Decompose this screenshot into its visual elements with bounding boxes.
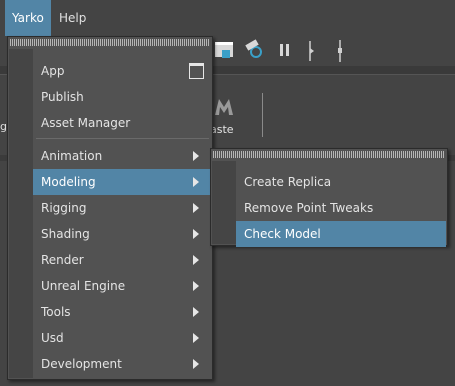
menu-item-rigging[interactable]: Rigging [33,195,211,221]
menu-item-label: Shading [41,227,90,241]
render-sequence-icon[interactable] [212,36,238,66]
submenu-arrow-icon [193,177,199,187]
menu-item-usd[interactable]: Usd [33,325,211,351]
submenu-arrow-icon [193,359,199,369]
menu-item-asset-manager[interactable]: Asset Manager [33,110,211,136]
menu-item-label: Unreal Engine [41,279,126,293]
window-option-box-icon[interactable] [189,63,204,79]
submenu-arrow-icon [193,255,199,265]
modeling-submenu: Create Replica Remove Point Tweaks Check… [210,148,448,247]
menu-item-label: Usd [41,331,64,345]
submenu-tearoff-handle[interactable] [213,151,445,158]
menu-item-development[interactable]: Development [33,351,211,377]
menu-item-label: App [41,64,65,78]
menu-item-label: Tools [41,305,71,319]
shelf-separator [262,93,263,137]
menu-item-label: Asset Manager [41,116,131,130]
menu-item-label: Modeling [41,175,96,189]
menu-item-render[interactable]: Render [33,247,211,273]
submenu-item-label: Check Model [244,227,321,241]
menu-item-label: Publish [41,90,84,104]
menu-item-modeling[interactable]: Modeling [33,169,211,195]
shelf-left-label: g [0,120,7,133]
menu-item-label: Development [41,357,122,371]
menu-item-shading[interactable]: Shading [33,221,211,247]
menu-item-label: Render [41,253,84,267]
submenu-arrow-icon [193,203,199,213]
menu-tearoff-handle[interactable] [10,39,210,46]
submenu-item-create-replica[interactable]: Create Replica [236,169,446,195]
menu-separator [36,138,209,139]
menu-item-label: Animation [41,149,103,163]
menu-item-tools[interactable]: Tools [33,299,211,325]
ipr-render-icon[interactable] [242,36,268,66]
shelf-paste-icon[interactable] [213,97,235,117]
menu-bar: Yarko Help [0,0,455,36]
menu-gutter [9,49,33,378]
toolbar-collapse-arrow-icon[interactable] [300,36,326,66]
submenu-arrow-icon [193,307,199,317]
toolbar-handle-icon[interactable] [328,36,354,66]
shelf-paste-label: aste [210,123,234,136]
submenu-item-label: Create Replica [244,175,332,189]
submenu-gutter [212,161,236,244]
menu-item-publish[interactable]: Publish [33,84,211,110]
submenu-item-label: Remove Point Tweaks [244,201,374,215]
menu-item-animation[interactable]: Animation [33,143,211,169]
menu-item-app[interactable]: App [33,58,211,84]
submenu-arrow-icon [193,281,199,291]
menu-item-unreal-engine[interactable]: Unreal Engine [33,273,211,299]
submenu-arrow-icon [193,151,199,161]
menubar-item-help[interactable]: Help [52,0,93,36]
submenu-arrow-icon [193,333,199,343]
menu-item-label: Rigging [41,201,87,215]
submenu-item-check-model[interactable]: Check Model [236,221,446,247]
pause-icon[interactable] [272,36,298,66]
submenu-arrow-icon [193,229,199,239]
menubar-item-yarko[interactable]: Yarko [5,0,51,36]
submenu-item-remove-point-tweaks[interactable]: Remove Point Tweaks [236,195,446,221]
yarko-menu: App Publish Asset Manager Animation Mode… [7,36,213,380]
